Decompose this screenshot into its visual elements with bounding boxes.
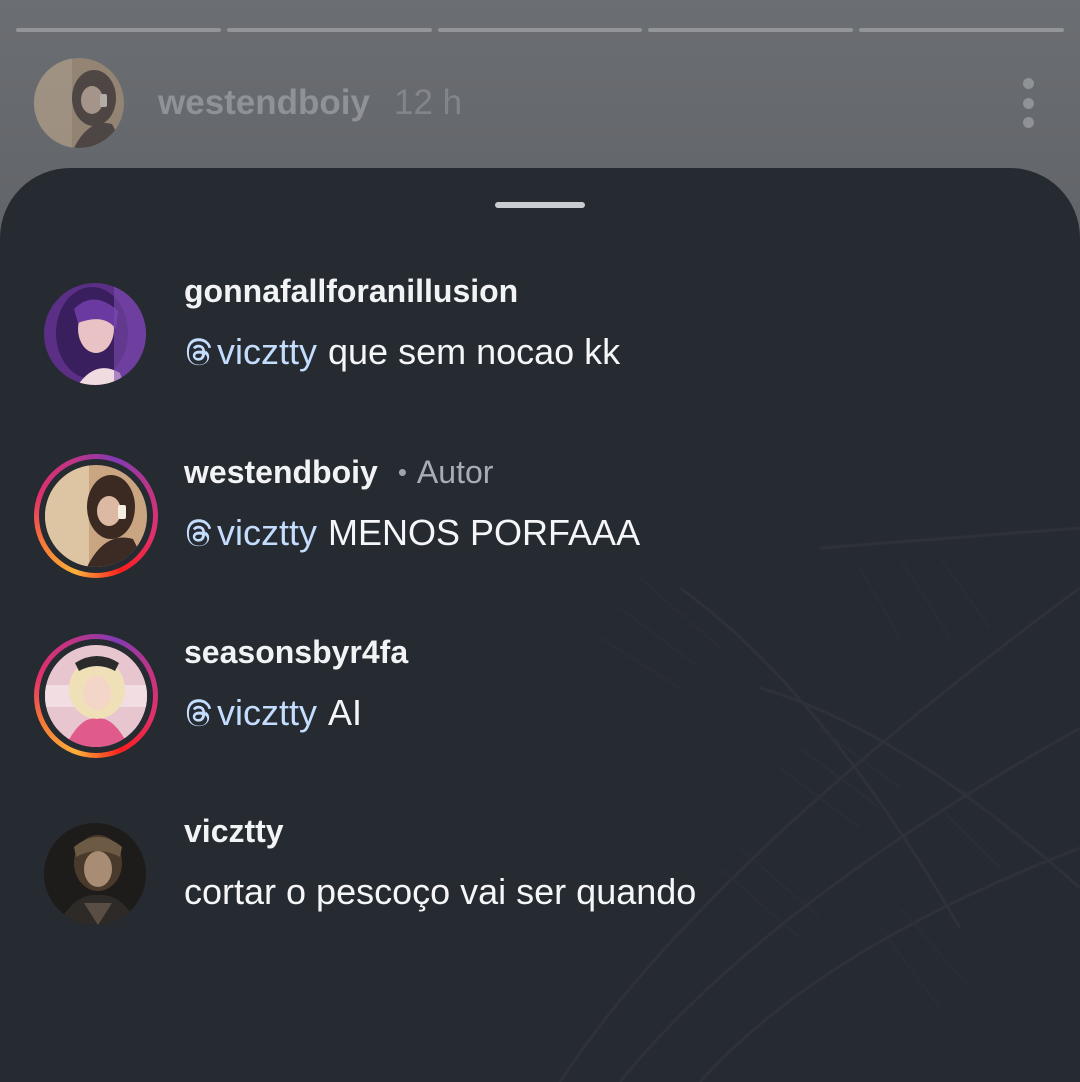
- mention-link[interactable]: vicztty: [184, 331, 317, 373]
- comment-body: vicztty AI: [184, 692, 362, 734]
- more-vertical-icon[interactable]: [1016, 78, 1040, 128]
- comment-text: cortar o pescoço vai ser quando: [184, 871, 697, 912]
- story-progress-bars: [16, 28, 1064, 32]
- separator-dot: •: [397, 457, 407, 487]
- story-ring[interactable]: [34, 634, 158, 758]
- comment-item: seasonsbyr4fa vicztty AI: [0, 634, 1080, 774]
- mention-link[interactable]: vicztty: [184, 692, 317, 734]
- sheet-grab-handle[interactable]: [495, 202, 585, 208]
- commenter-username[interactable]: vicztty: [184, 813, 284, 850]
- commenter-username[interactable]: westendboiy: [184, 454, 378, 491]
- mention-link[interactable]: vicztty: [184, 512, 317, 554]
- commenter-username[interactable]: gonnafallforanillusion: [184, 273, 518, 310]
- comment-item: gonnafallforanillusion vicztty que sem n…: [0, 273, 1080, 413]
- comment-item: westendboiy • Autor vicztty MENOS PORFAA…: [0, 454, 1080, 594]
- story-viewer: westendboiy 12 h gonnafallforanillusion …: [0, 0, 1080, 1082]
- comment-text: que sem nocao kk: [328, 331, 621, 372]
- commenter-avatar[interactable]: [44, 823, 146, 925]
- story-timestamp: 12 h: [393, 83, 463, 122]
- threads-at-icon: [186, 338, 212, 366]
- comment-body: vicztty que sem nocao kk: [184, 331, 620, 373]
- comment-header: seasonsbyr4fa: [184, 634, 408, 671]
- author-badge: Autor: [416, 454, 494, 490]
- mention-username: vicztty: [217, 512, 318, 553]
- threads-at-icon: [186, 699, 212, 727]
- comments-sheet: gonnafallforanillusion vicztty que sem n…: [0, 168, 1080, 1082]
- progress-segment: [437, 28, 643, 32]
- commenter-avatar[interactable]: [45, 645, 147, 747]
- threads-at-icon: [186, 519, 212, 547]
- mention-username: vicztty: [217, 692, 318, 733]
- comment-body: vicztty MENOS PORFAAA: [184, 512, 640, 554]
- comment-body: cortar o pescoço vai ser quando: [184, 871, 696, 913]
- comment-text: AI: [328, 692, 363, 733]
- commenter-avatar[interactable]: [44, 283, 146, 385]
- story-author-username[interactable]: westendboiy: [158, 83, 370, 123]
- story-header: westendboiy 12 h: [34, 58, 1040, 148]
- progress-segment: [859, 28, 1064, 32]
- comment-item: vicztty cortar o pescoço vai ser quando: [0, 813, 1080, 953]
- comment-header: westendboiy • Autor: [184, 454, 493, 491]
- dot: [1022, 97, 1034, 109]
- dot: [1022, 78, 1034, 89]
- comment-text: MENOS PORFAAA: [328, 512, 641, 553]
- commenter-avatar[interactable]: [45, 465, 147, 567]
- progress-segment: [226, 28, 432, 32]
- progress-segment: [648, 28, 854, 32]
- story-author-avatar[interactable]: [34, 58, 124, 148]
- commenter-username[interactable]: seasonsbyr4fa: [184, 634, 408, 671]
- progress-segment: [16, 28, 221, 32]
- story-ring[interactable]: [34, 454, 158, 578]
- mention-username: vicztty: [217, 331, 318, 372]
- comment-header: vicztty: [184, 813, 284, 850]
- comment-header: gonnafallforanillusion: [184, 273, 518, 310]
- dot: [1022, 117, 1034, 128]
